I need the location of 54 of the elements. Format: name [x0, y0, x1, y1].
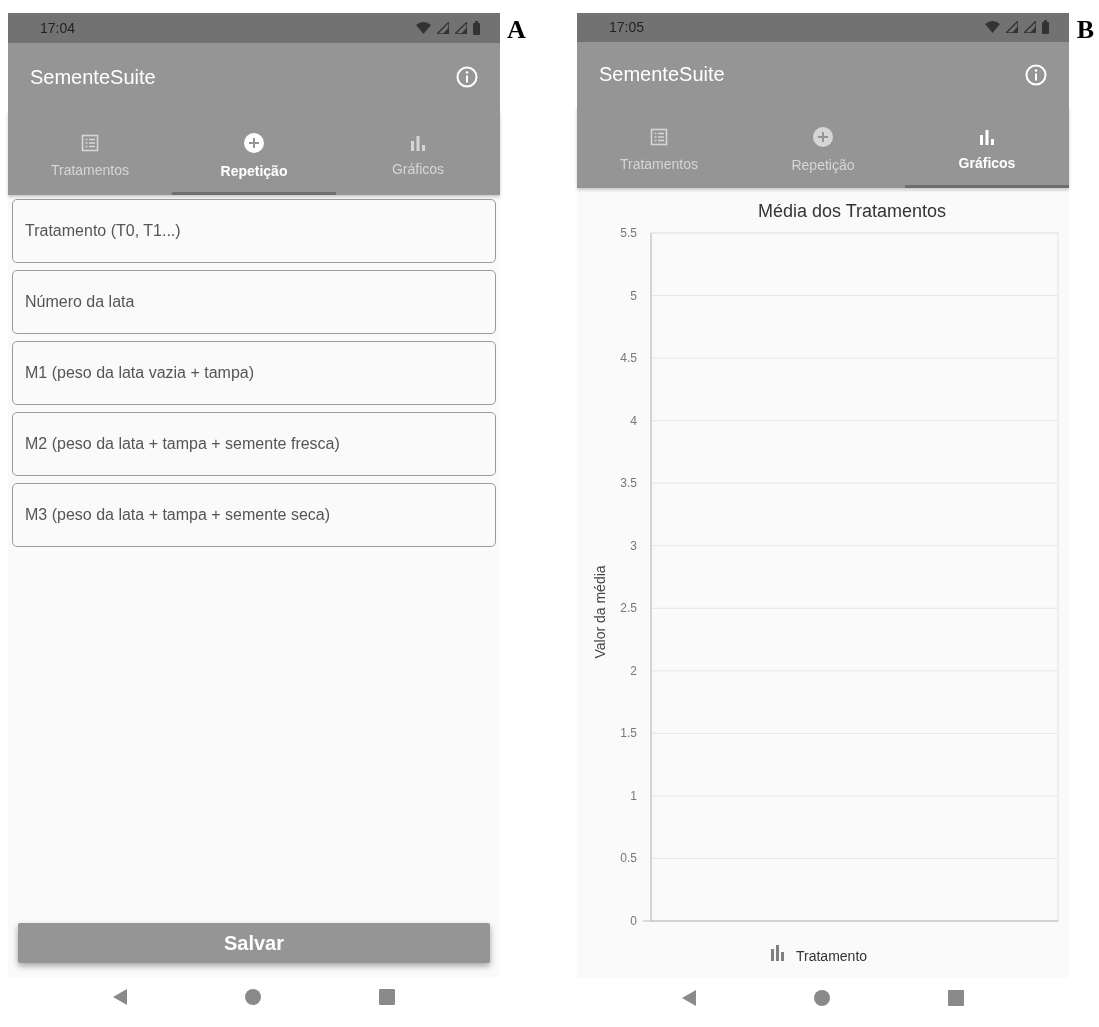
legend-label: Tratamento — [796, 948, 868, 965]
y-tick-label: 3.5 — [620, 476, 637, 491]
recents-icon[interactable] — [948, 990, 964, 1007]
y-tick-label: 3 — [630, 539, 637, 554]
signal-icon — [455, 22, 467, 34]
tab[interactable]: Repetição — [741, 107, 905, 189]
tab[interactable]: Tratamentos — [577, 107, 741, 189]
back-icon[interactable] — [682, 990, 696, 1007]
plus-circle-icon — [244, 132, 264, 153]
y-tick-label: 0.5 — [620, 851, 637, 866]
list-icon — [650, 128, 668, 147]
bar-chart-icon — [979, 129, 995, 146]
wifi-icon — [416, 22, 431, 34]
chart-title: Média dos Tratamentos — [757, 201, 947, 222]
y-tick-label: 5 — [630, 288, 637, 303]
info-icon[interactable] — [1025, 63, 1047, 86]
y-tick-label: 4.5 — [620, 351, 637, 366]
battery-icon — [1042, 20, 1049, 35]
y-tick-label: 2.5 — [620, 601, 637, 616]
y-tick-label: 0 — [630, 914, 637, 929]
app-title: SementeSuite — [599, 63, 725, 87]
y-tick-label: 5.5 — [620, 226, 637, 241]
input-field[interactable]: Tratamento (T0, T1...) — [12, 199, 496, 263]
panel-label: A — [506, 14, 527, 46]
list-icon — [81, 133, 99, 152]
y-tick-label: 1.5 — [620, 726, 637, 741]
home-icon[interactable] — [245, 989, 261, 1005]
signal-icon — [1024, 21, 1036, 34]
tab[interactable]: Gráficos — [905, 107, 1069, 189]
tab[interactable]: Gráficos — [336, 111, 500, 195]
battery-icon — [473, 21, 480, 35]
y-tick-label: 4 — [630, 414, 637, 429]
save-button[interactable]: Salvar — [18, 923, 490, 963]
y-axis-label: Valor da média — [592, 565, 608, 659]
app-title: SementeSuite — [30, 65, 156, 89]
panel-label: B — [1075, 14, 1096, 46]
signal-icon — [437, 22, 449, 34]
plus-circle-icon — [813, 127, 833, 148]
wifi-icon — [985, 21, 1000, 34]
input-field[interactable]: M3 (peso da lata + tampa + semente seca) — [12, 483, 496, 547]
tab[interactable]: Repetição — [172, 111, 336, 195]
y-tick-label: 1 — [630, 789, 637, 804]
home-icon[interactable] — [814, 990, 830, 1007]
y-tick-label: 2 — [630, 664, 637, 679]
back-icon[interactable] — [113, 989, 127, 1005]
signal-icon — [1006, 21, 1018, 34]
bar-chart-icon — [410, 134, 426, 151]
info-icon[interactable] — [456, 66, 478, 88]
status-time: 17:05 — [609, 19, 645, 36]
input-field[interactable]: M2 (peso da lata + tampa + semente fresca) — [12, 412, 496, 476]
status-time: 17:04 — [40, 20, 76, 36]
input-field[interactable]: M1 (peso da lata vazia + tampa) — [12, 341, 496, 405]
tab[interactable]: Tratamentos — [8, 111, 172, 195]
input-field[interactable]: Número da lata — [12, 270, 496, 334]
